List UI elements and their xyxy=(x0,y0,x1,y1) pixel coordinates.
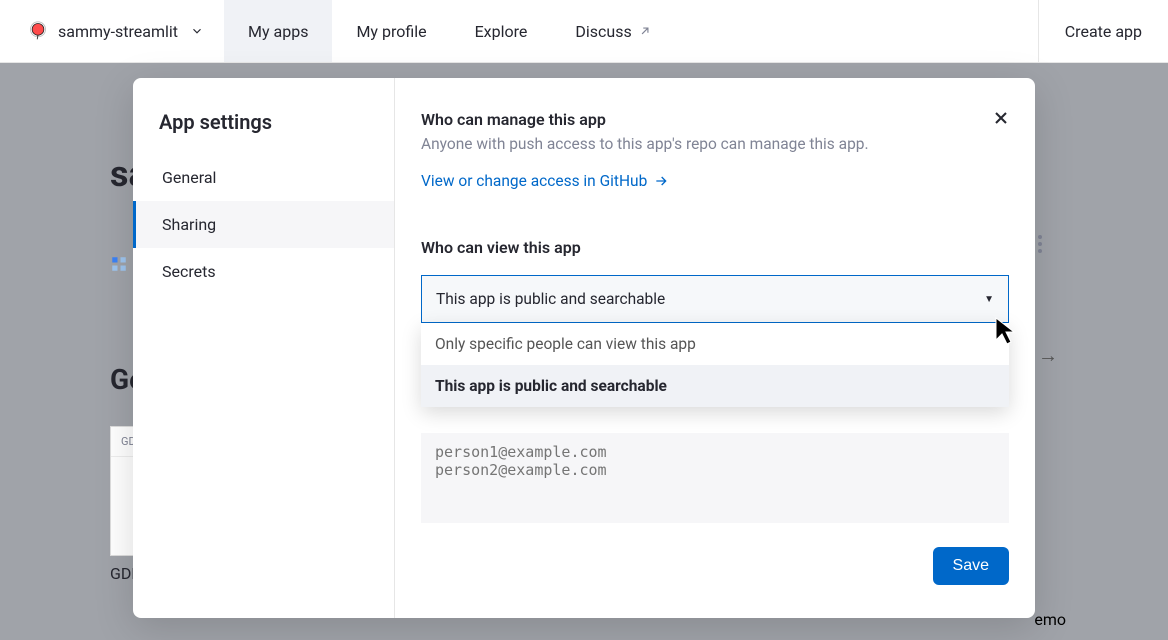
nav-my-apps[interactable]: My apps xyxy=(224,0,332,62)
manage-section-title: Who can manage this app xyxy=(421,110,1009,129)
visibility-selected-label: This app is public and searchable xyxy=(436,290,665,308)
external-link-icon xyxy=(638,24,652,38)
arrow-right-icon: → xyxy=(1038,343,1058,368)
sidebar-item-general[interactable]: General xyxy=(133,154,394,201)
view-section-title: Who can view this app xyxy=(421,238,1009,257)
visibility-dropdown: Only specific people can view this app T… xyxy=(421,323,1009,407)
nav-discuss[interactable]: Discuss xyxy=(551,0,675,62)
app-settings-modal: App settings General Sharing Secrets Who… xyxy=(133,78,1035,618)
viewer-emails-input[interactable] xyxy=(421,433,1009,523)
kebab-menu-icon xyxy=(1038,235,1058,253)
modal-sidebar: App settings General Sharing Secrets xyxy=(133,78,395,618)
sidebar-item-sharing[interactable]: Sharing xyxy=(133,201,394,248)
modal-title: App settings xyxy=(133,110,394,154)
caret-down-icon: ▼ xyxy=(984,294,994,305)
workspace-name: sammy-streamlit xyxy=(58,22,178,41)
topbar: sammy-streamlit My apps My profile Explo… xyxy=(0,0,1168,63)
manage-section-subtitle: Anyone with push access to this app's re… xyxy=(421,135,1009,153)
modal-main: Who can manage this app Anyone with push… xyxy=(395,78,1035,618)
visibility-option-public[interactable]: This app is public and searchable xyxy=(421,365,1009,407)
close-icon[interactable] xyxy=(991,108,1011,128)
arrow-right-icon xyxy=(653,173,669,189)
create-app-button[interactable]: Create app xyxy=(1038,0,1168,62)
visibility-option-private[interactable]: Only specific people can view this app xyxy=(421,323,1009,365)
save-button[interactable]: Save xyxy=(933,547,1009,585)
grid-view-icon xyxy=(110,255,128,273)
visibility-select[interactable]: This app is public and searchable ▼ xyxy=(421,275,1009,323)
bg-card-label-right: emo xyxy=(1034,610,1066,629)
nav-my-profile[interactable]: My profile xyxy=(332,0,450,62)
workspace-switcher[interactable]: sammy-streamlit xyxy=(0,0,224,62)
streamlit-logo-icon xyxy=(28,21,48,41)
sidebar-item-secrets[interactable]: Secrets xyxy=(133,248,394,295)
chevron-down-icon xyxy=(190,24,204,38)
github-access-link[interactable]: View or change access in GitHub xyxy=(421,172,669,190)
nav-explore[interactable]: Explore xyxy=(451,0,552,62)
